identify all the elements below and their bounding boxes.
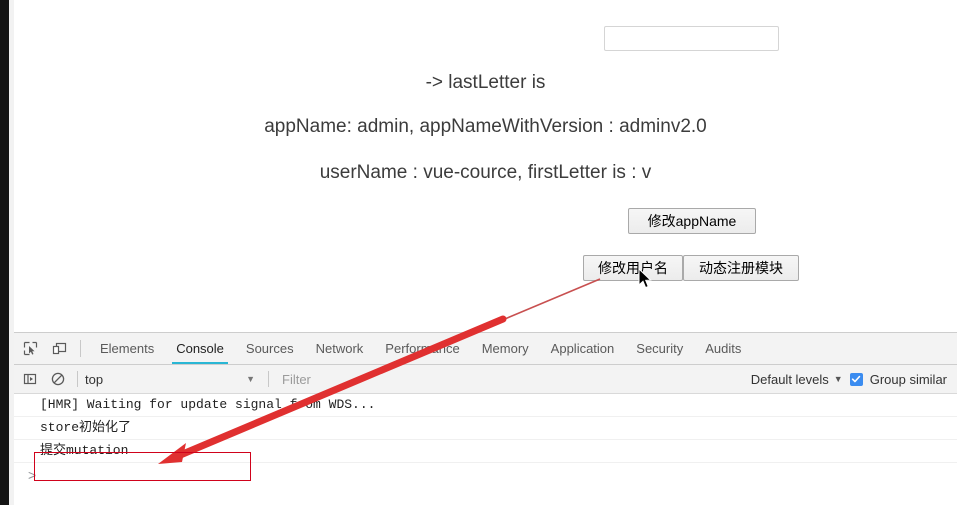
tab-audits[interactable]: Audits xyxy=(694,333,752,364)
highlight-box-annotation xyxy=(34,452,251,481)
filter-divider xyxy=(268,371,269,387)
last-letter-line: -> lastLetter is xyxy=(425,72,546,93)
chevron-down-icon: ▼ xyxy=(833,374,843,384)
tab-elements[interactable]: Elements xyxy=(89,333,165,364)
console-message: store初始化了 xyxy=(14,417,957,440)
group-similar-label: Group similar xyxy=(869,371,947,387)
console-toolbar-right: Default levels ▼ Group similar xyxy=(751,372,957,387)
execution-context-value: top xyxy=(85,371,104,387)
tab-performance[interactable]: Performance xyxy=(374,333,470,364)
text-input-field[interactable] xyxy=(604,26,779,51)
tab-sources[interactable]: Sources xyxy=(235,333,305,364)
devtools-tab-list: Elements Console Sources Network Perform… xyxy=(89,333,752,364)
clear-console-icon[interactable] xyxy=(46,367,70,391)
group-similar-checkbox[interactable] xyxy=(849,372,863,386)
username-line: userName : vue-cource, firstLetter is : … xyxy=(319,162,652,183)
dynamic-register-module-button[interactable]: 动态注册模块 xyxy=(683,255,799,281)
device-toolbar-icon[interactable] xyxy=(46,336,72,362)
console-message-list[interactable]: [HMR] Waiting for update signal from WDS… xyxy=(14,394,957,505)
console-toolbar: top ▼ Default levels ▼ Group similar xyxy=(14,365,957,394)
tab-console[interactable]: Console xyxy=(165,333,235,364)
tab-memory[interactable]: Memory xyxy=(471,333,540,364)
log-levels-label: Default levels xyxy=(750,371,829,387)
web-page-content: -> lastLetter is appName: admin, appName… xyxy=(14,0,957,330)
change-appname-button[interactable]: 修改appName xyxy=(628,208,756,234)
chevron-down-icon: ▼ xyxy=(246,374,255,384)
console-message: [HMR] Waiting for update signal from WDS… xyxy=(14,394,957,417)
tab-network[interactable]: Network xyxy=(305,333,375,364)
console-toolbar-divider xyxy=(77,371,78,387)
devtools-tabbar: Elements Console Sources Network Perform… xyxy=(14,333,957,365)
inspect-element-icon[interactable] xyxy=(17,336,43,362)
appname-line: appName: admin, appNameWithVersion : adm… xyxy=(264,116,707,137)
change-username-button[interactable]: 修改用户名 xyxy=(583,255,683,281)
log-levels-dropdown[interactable]: Default levels ▼ xyxy=(751,372,843,387)
execution-context-select[interactable]: top ▼ xyxy=(85,372,261,387)
tab-application[interactable]: Application xyxy=(540,333,626,364)
console-filter-input[interactable] xyxy=(280,370,500,388)
console-sidebar-toggle-icon[interactable] xyxy=(18,367,42,391)
left-gutter-strip xyxy=(0,0,9,505)
tab-security[interactable]: Security xyxy=(625,333,694,364)
toolbar-divider xyxy=(80,340,81,357)
screenshot-root: -> lastLetter is appName: admin, appName… xyxy=(0,0,957,505)
